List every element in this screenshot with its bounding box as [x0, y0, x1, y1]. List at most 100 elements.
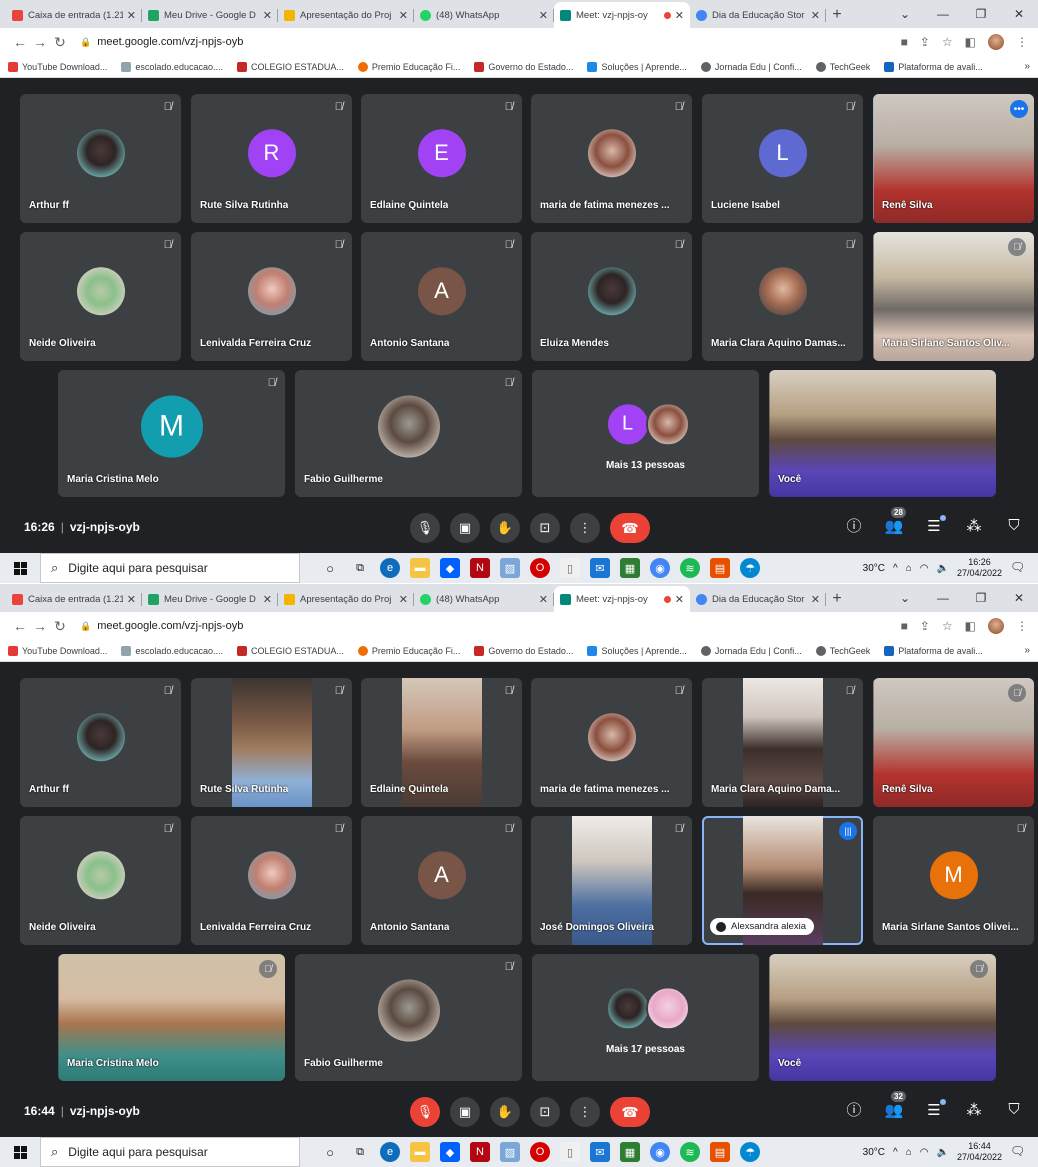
raise-hand-button[interactable]: ✋ [490, 1097, 520, 1127]
tab-whatsapp[interactable]: (48) WhatsApp ✕ [414, 586, 554, 612]
close-icon[interactable]: ✕ [539, 9, 548, 22]
tab-story[interactable]: Dia da Educação Stor ✕ [690, 2, 826, 28]
close-icon[interactable]: ✕ [399, 9, 408, 22]
camera-in-use-icon[interactable]: ■ [901, 619, 908, 633]
app-icon[interactable]: ☂ [740, 558, 760, 578]
participant-tile[interactable]: 🎙̸ maria de fatima menezes ... [531, 678, 692, 807]
participant-tile[interactable]: 🎙̸ José Domingos Oliveira [531, 816, 692, 945]
bookmark-star-icon[interactable]: ☆ [942, 35, 953, 49]
edge-icon[interactable]: e [380, 1142, 400, 1162]
tab-meet[interactable]: Meet: vzj-npjs-oy ✕ [554, 586, 690, 612]
windows-start-icon[interactable] [0, 1145, 40, 1159]
participant-tile[interactable]: 🎙̸ Arthur ff [20, 678, 181, 807]
participant-tile[interactable]: 🎙̸ maria de fatima menezes ... [531, 94, 692, 223]
bookmark-item[interactable]: COLEGIO ESTADUA... [236, 61, 344, 72]
participant-tile[interactable]: 🎙̸ Lenivalda Ferreira Cruz [191, 816, 352, 945]
participant-tile[interactable]: 🎙̸ E Edlaine Quintela [361, 94, 522, 223]
network-icon[interactable]: ⌂ [906, 563, 912, 574]
participant-tile[interactable]: 🎙̸ Renê Silva [873, 678, 1034, 807]
tab-search-icon[interactable]: ⌄ [886, 584, 924, 612]
forward-icon[interactable]: → [30, 618, 50, 634]
share-icon[interactable]: ⇪ [920, 35, 930, 49]
bookmark-item[interactable]: escolado.educacao.... [121, 645, 223, 656]
app-icon[interactable]: ▤ [710, 558, 730, 578]
new-tab-button[interactable]: + [826, 586, 848, 612]
participant-tile[interactable]: 🎙̸ Fabio Guilherme [295, 370, 522, 497]
bookmark-item[interactable]: Soluções | Aprende... [587, 645, 687, 656]
taskbar-clock[interactable]: 16:26 27/04/2022 [957, 557, 1002, 579]
cortana-icon[interactable]: ○ [320, 558, 340, 578]
chevron-up-icon[interactable]: ^ [893, 563, 898, 574]
netflix-icon[interactable]: N [470, 558, 490, 578]
close-icon[interactable]: ✕ [811, 593, 820, 606]
camera-button[interactable]: ▣ [450, 1097, 480, 1127]
reload-icon[interactable]: ↻ [50, 618, 70, 635]
bookmark-item[interactable]: Jornada Edu | Confi... [700, 645, 802, 656]
document-icon[interactable]: ▯ [560, 1142, 580, 1162]
people-icon[interactable]: 👥 32 [884, 1090, 906, 1119]
participant-tile[interactable]: 🎙̸ Arthur ff [20, 94, 181, 223]
mic-button[interactable]: 🎙 [410, 513, 440, 543]
address-bar[interactable]: 🔒 meet.google.com/vzj-npjs-oyb [80, 32, 840, 52]
weather-temperature[interactable]: 30°C [863, 563, 885, 574]
task-view-icon[interactable]: ⧉ [350, 1142, 370, 1162]
document-icon[interactable]: ▯ [560, 558, 580, 578]
participant-tile[interactable]: 🎙̸ Maria Clara Aquino Dama... [702, 678, 863, 807]
weather-temperature[interactable]: 30°C [863, 1147, 885, 1158]
chat-icon[interactable]: ☰ [924, 1098, 946, 1119]
file-explorer-icon[interactable]: ▬ [410, 558, 430, 578]
profile-avatar[interactable] [988, 618, 1004, 634]
present-button[interactable]: ⊡ [530, 513, 560, 543]
tab-gmail[interactable]: Caixa de entrada (1.21 ✕ [6, 586, 142, 612]
store-icon[interactable]: ▦ [620, 1142, 640, 1162]
photos-icon[interactable]: ▨ [500, 1142, 520, 1162]
close-window-button[interactable]: ✕ [1000, 584, 1038, 612]
participant-tile[interactable]: 🎙̸ A Antonio Santana [361, 232, 522, 361]
spotify-icon[interactable]: ≋ [680, 1142, 700, 1162]
participant-tile[interactable]: 🎙̸ Lenivalda Ferreira Cruz [191, 232, 352, 361]
close-icon[interactable]: ✕ [127, 9, 136, 22]
participant-tile[interactable]: 🎙̸ Rute Silva Rutinha [191, 678, 352, 807]
tab-gmail[interactable]: Caixa de entrada (1.21 ✕ [6, 2, 142, 28]
more-bookmarks-icon[interactable]: » [1024, 61, 1030, 72]
chevron-up-icon[interactable]: ^ [893, 1147, 898, 1158]
more-participants-tile[interactable]: L Mais 13 pessoas [532, 370, 759, 497]
windows-start-icon[interactable] [0, 561, 40, 575]
new-tab-button[interactable]: + [826, 2, 848, 28]
share-icon[interactable]: ⇪ [920, 619, 930, 633]
activities-icon[interactable]: ⁂ [964, 517, 984, 535]
tab-drive[interactable]: Meu Drive - Google D ✕ [142, 586, 278, 612]
tab-whatsapp[interactable]: (48) WhatsApp ✕ [414, 2, 554, 28]
participant-tile[interactable]: 🎙̸ Neide Oliveira [20, 816, 181, 945]
taskbar-clock[interactable]: 16:44 27/04/2022 [957, 1141, 1002, 1163]
participant-tile[interactable]: ••• Renê Silva [873, 94, 1034, 223]
sidepanel-icon[interactable]: ◧ [965, 35, 976, 49]
tab-search-icon[interactable]: ⌄ [886, 0, 924, 28]
volume-icon[interactable]: 🔈 [937, 563, 949, 574]
participant-tile[interactable]: 🎙̸ R Rute Silva Rutinha [191, 94, 352, 223]
menu-kebab-icon[interactable]: ⋮ [1016, 35, 1028, 49]
wifi-icon[interactable]: ◠ [920, 563, 929, 574]
close-icon[interactable]: ✕ [263, 9, 272, 22]
tab-slides[interactable]: Apresentação do Proj ✕ [278, 586, 414, 612]
forward-icon[interactable]: → [30, 34, 50, 50]
store-icon[interactable]: ▦ [620, 558, 640, 578]
reload-icon[interactable]: ↻ [50, 34, 70, 51]
participant-tile[interactable]: 🎙̸ Neide Oliveira [20, 232, 181, 361]
tab-drive[interactable]: Meu Drive - Google D ✕ [142, 2, 278, 28]
task-view-icon[interactable]: ⧉ [350, 558, 370, 578]
close-icon[interactable]: ✕ [539, 593, 548, 606]
restore-button[interactable]: ❐ [962, 584, 1000, 612]
bookmark-item[interactable]: Soluções | Aprende... [587, 61, 687, 72]
notifications-icon[interactable]: 🗨 [1010, 1144, 1028, 1160]
photos-icon[interactable]: ▨ [500, 558, 520, 578]
self-tile[interactable]: Você [769, 370, 996, 497]
raise-hand-button[interactable]: ✋ [490, 513, 520, 543]
close-icon[interactable]: ✕ [811, 9, 820, 22]
close-icon[interactable]: ✕ [675, 593, 684, 606]
participant-tile[interactable]: 🎙̸ L Luciene Isabel [702, 94, 863, 223]
bookmark-star-icon[interactable]: ☆ [942, 619, 953, 633]
close-icon[interactable]: ✕ [127, 593, 136, 606]
bookmark-item[interactable]: Premio Educação Fi... [357, 645, 460, 656]
opera-icon[interactable]: O [530, 558, 550, 578]
